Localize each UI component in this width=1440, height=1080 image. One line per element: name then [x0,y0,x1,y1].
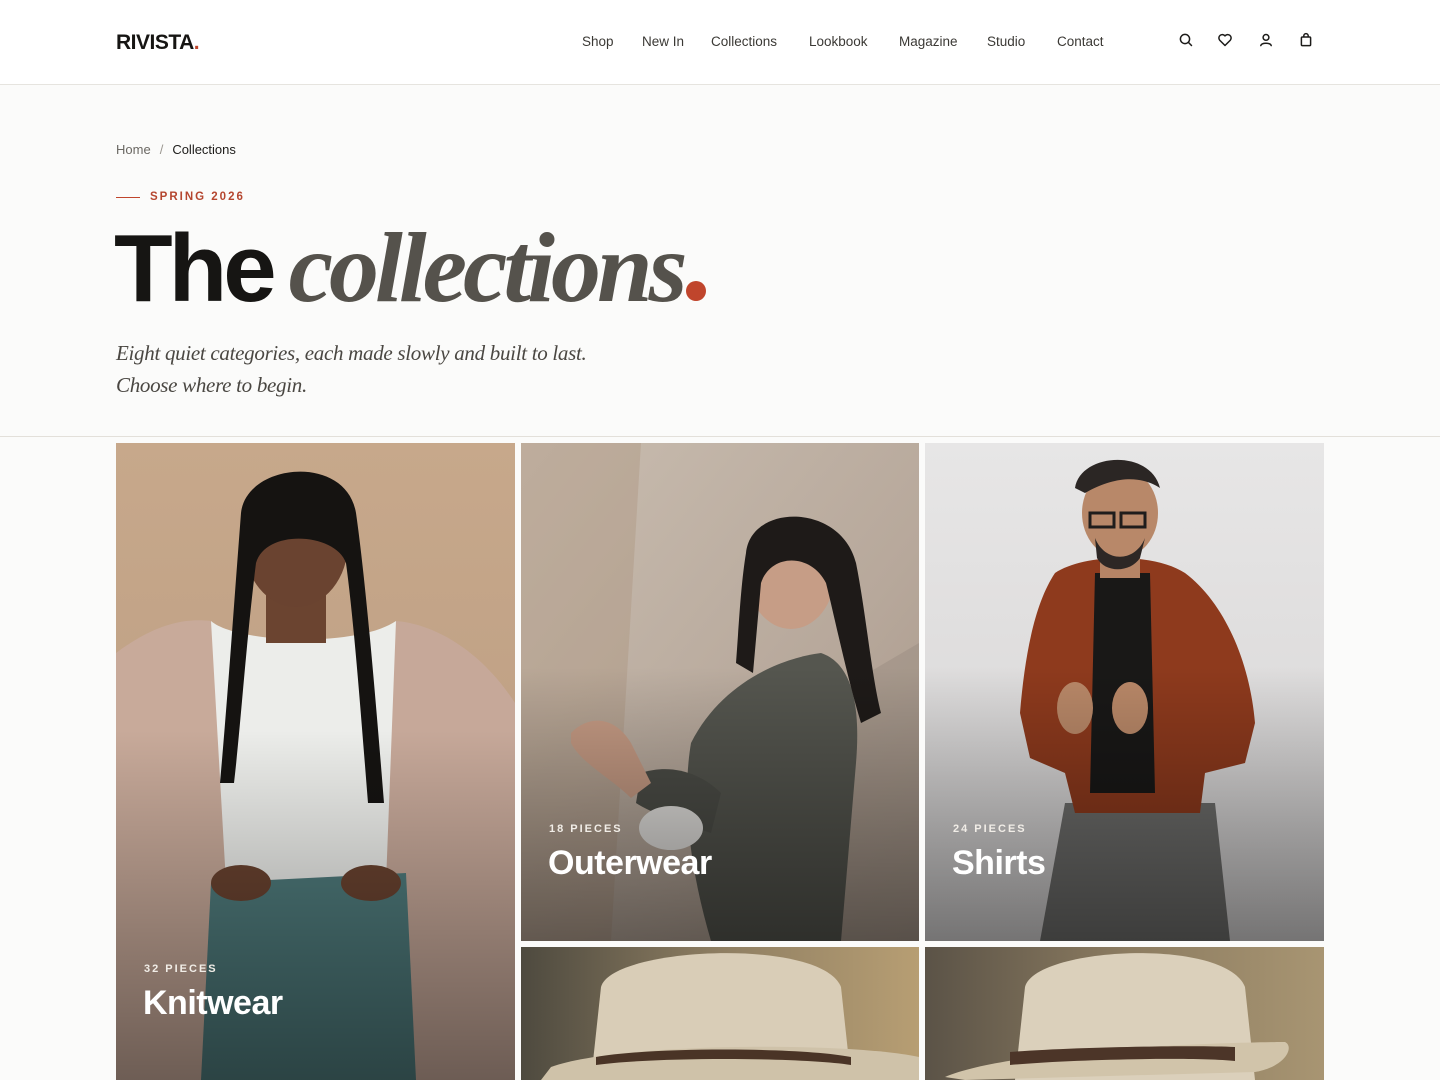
season-label: SPRING 2026 [150,191,245,203]
brand-logo[interactable]: RIVISTA. [116,31,200,55]
title-italic: collections [288,212,688,323]
nav-studio[interactable]: Studio [987,34,1025,49]
title-strong: The [114,215,277,322]
section-divider [0,436,1440,437]
nav-magazine[interactable]: Magazine [899,34,958,49]
breadcrumb-home[interactable]: Home [116,142,151,157]
nav-new-in[interactable]: New In [642,34,684,49]
breadcrumb-separator: / [159,142,164,157]
knitwear-overlay [116,729,515,1080]
breadcrumb: Home / Collections [116,142,236,157]
collection-count: 18 PIECES [549,823,623,835]
shirts-overlay [925,667,1324,941]
collection-card-outerwear[interactable]: 18 PIECES Outerwear [521,443,919,941]
heart-icon[interactable] [1215,30,1235,50]
title-dot [685,281,706,301]
collection-name: Outerwear [548,844,712,882]
outerwear-overlay [521,667,919,941]
hat-image-2 [925,947,1324,1080]
intro-line-2: Choose where to begin. [116,373,307,397]
search-icon[interactable] [1176,30,1196,50]
collection-name: Shirts [952,844,1046,882]
nav-collections[interactable]: Collections [711,34,777,49]
nav-contact[interactable]: Contact [1057,34,1104,49]
collection-card-knitwear[interactable]: 32 PIECES Knitwear [116,443,515,1080]
intro-line-1: Eight quiet categories, each made slowly… [116,341,587,365]
page-title: The collections [114,218,706,318]
brand-dot: . [193,31,200,54]
breadcrumb-current: Collections [172,142,236,157]
collection-card-shirts[interactable]: 24 PIECES Shirts [925,443,1324,941]
collection-count: 32 PIECES [144,963,218,975]
collection-name: Knitwear [143,984,283,1022]
season-eyebrow: SPRING 2026 [116,191,245,203]
user-icon[interactable] [1256,30,1276,50]
collection-card-hats[interactable] [521,947,919,1080]
nav-lookbook[interactable]: Lookbook [809,34,868,49]
collection-count: 24 PIECES [953,823,1027,835]
brand-name: RIVISTA [116,31,194,54]
bag-icon[interactable] [1296,30,1316,50]
collection-card-accessories[interactable] [925,947,1324,1080]
eyebrow-rule [116,196,140,198]
page-intro: Eight quiet categories, each made slowly… [116,337,587,401]
nav-shop[interactable]: Shop [582,34,614,49]
hat-image [521,947,919,1080]
site-header: RIVISTA. Shop New In Collections Lookboo… [0,0,1440,85]
